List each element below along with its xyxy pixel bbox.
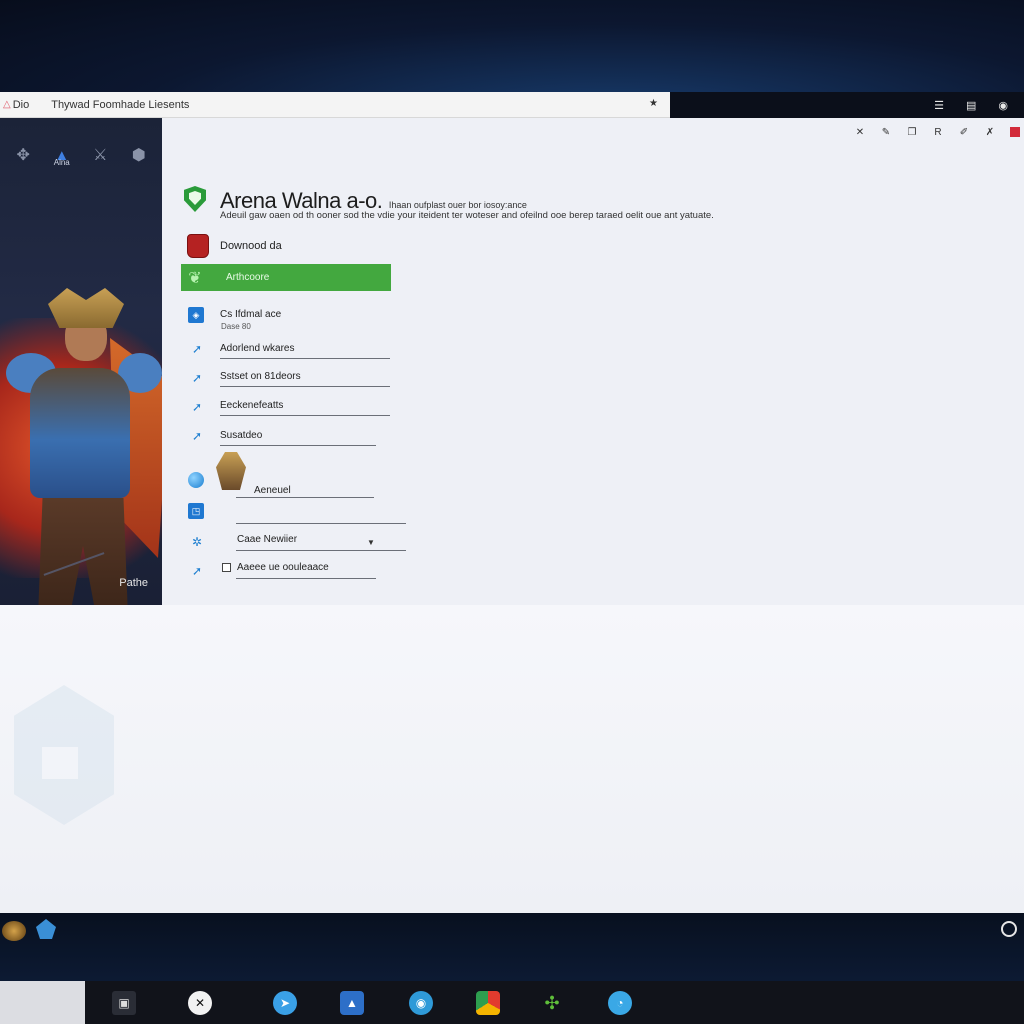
arrow-icon: ➚ — [191, 429, 203, 443]
agree-checkbox[interactable] — [222, 563, 231, 572]
page-title-tagline: Ihaan oufplast ouer bor iosoy:ance — [388, 200, 527, 210]
arena-icon[interactable]: ▲ Alna — [51, 144, 73, 168]
list-item-label[interactable]: Cs Ifdmal ace — [220, 309, 281, 320]
row-underline — [236, 578, 376, 579]
taskbar: ▣ ✕ ➤ ▲ ◉ ✣ ◔ — [0, 981, 1024, 1024]
window-titlebar[interactable]: △ Dio Thywad Foomhade Liesents ★ — [0, 92, 670, 118]
alert-icon[interactable] — [1010, 127, 1020, 137]
red-shield-icon — [187, 234, 209, 258]
close-x-icon[interactable]: ✕ — [854, 126, 866, 138]
row-underline — [236, 497, 374, 498]
row-underline — [236, 523, 406, 524]
start-area[interactable] — [0, 981, 85, 1024]
shield-icon — [184, 186, 206, 212]
list-icon[interactable]: ☰ — [934, 99, 944, 112]
art-footer-label: Pathe — [119, 577, 148, 589]
checkbox-label[interactable]: Aaeee ue oouleaace — [237, 562, 329, 573]
r-icon[interactable]: R — [932, 126, 944, 138]
row-underline — [220, 415, 390, 416]
toolbar: ✕ ✎ ❐ R ✐ ✗ — [854, 126, 1020, 138]
arrow-icon: ➚ — [191, 400, 203, 414]
hero-helmet — [48, 288, 124, 328]
row-underline — [220, 445, 376, 446]
tree-icon[interactable]: ✣ — [540, 991, 564, 1015]
dropdown-underline — [236, 550, 406, 551]
browser-icon[interactable]: ◉ — [409, 991, 433, 1015]
primary-button-label: Arthcoore — [226, 272, 270, 283]
art-top-icons: ✥ ▲ Alna ⚔ ⬢ — [4, 144, 158, 168]
hero-armor — [30, 368, 130, 498]
row-underline — [220, 386, 390, 387]
brush-icon[interactable]: ✐ — [958, 126, 970, 138]
hero-art-panel: ✥ ▲ Alna ⚔ ⬢ Pathe — [0, 118, 162, 605]
copy-icon[interactable]: ❐ — [906, 126, 918, 138]
main-content-panel: ✕ ✎ ❐ R ✐ ✗ Arena Walna a-o. Ihaan oufpl… — [162, 118, 1024, 605]
list-item-label[interactable]: Aeneuel — [254, 485, 291, 496]
watermark-logo-icon — [14, 685, 114, 825]
bird-icon[interactable]: ➤ — [273, 991, 297, 1015]
photo-icon[interactable]: ▲ — [340, 991, 364, 1015]
arrow-icon: ➚ — [191, 564, 203, 578]
x-icon[interactable]: ✕ — [188, 991, 212, 1015]
download-link[interactable]: Downood da — [220, 240, 282, 252]
swords-icon[interactable]: ⚔ — [89, 144, 111, 166]
chat-icon[interactable]: ◔ — [608, 991, 632, 1015]
dragon-icon[interactable]: ✥ — [12, 144, 34, 166]
pencil-icon[interactable]: ✎ — [880, 126, 892, 138]
square-blue-icon: ◳ — [188, 503, 204, 519]
hero-thumbnail — [216, 452, 246, 490]
chevron-down-icon[interactable]: ▼ — [367, 538, 375, 547]
list-item-label[interactable]: Susatdeo — [220, 430, 262, 441]
list-item-label[interactable]: Adorlend wkares — [220, 343, 294, 354]
emblem-icon[interactable]: ⬢ — [128, 144, 150, 166]
window-icon[interactable]: ▣ — [112, 991, 136, 1015]
list-item-label[interactable]: Sstset on 81deors — [220, 371, 301, 382]
grid-icon[interactable]: ▤ — [966, 99, 976, 112]
primary-green-button[interactable]: ❦ Arthcoore — [181, 264, 391, 291]
desktop-background-lower — [0, 605, 1024, 913]
puzzle-icon: ✲ — [191, 535, 203, 549]
crystal-icon[interactable] — [36, 919, 56, 939]
arena-icon-label: Alna — [53, 158, 70, 167]
tools-icon[interactable]: ✗ — [984, 126, 996, 138]
window-title: Thywad Foomhade Liesents — [51, 98, 190, 111]
eye-icon[interactable]: ◉ — [998, 99, 1008, 112]
circle-icon[interactable] — [1001, 921, 1017, 937]
star-icon[interactable]: ★ — [649, 98, 658, 109]
arrow-icon: ➚ — [191, 342, 203, 356]
chrome-icon[interactable] — [476, 991, 500, 1015]
leaf-icon: ❦ — [188, 270, 202, 287]
app-name: Dio — [12, 98, 30, 111]
window-controls-bar: ☰ ▤ ◉ — [670, 92, 1024, 118]
list-item-note: Dase 80 — [221, 322, 251, 331]
arrow-icon: ➚ — [191, 371, 203, 385]
globe-icon — [188, 472, 204, 488]
desktop-strip — [0, 913, 1024, 981]
desktop-background-top — [0, 0, 1024, 92]
app-logo-icon: △ — [3, 99, 11, 110]
game-helmet-icon[interactable] — [2, 921, 26, 941]
page-subtitle: Adeuil gaw oaen od th ooner sod the vdie… — [220, 210, 714, 221]
dropdown-value[interactable]: Caae Newiier — [237, 534, 297, 545]
list-item-label[interactable]: Eeckenefeatts — [220, 400, 283, 411]
shield-blue-icon: ◈ — [188, 307, 204, 323]
row-underline — [220, 358, 390, 359]
